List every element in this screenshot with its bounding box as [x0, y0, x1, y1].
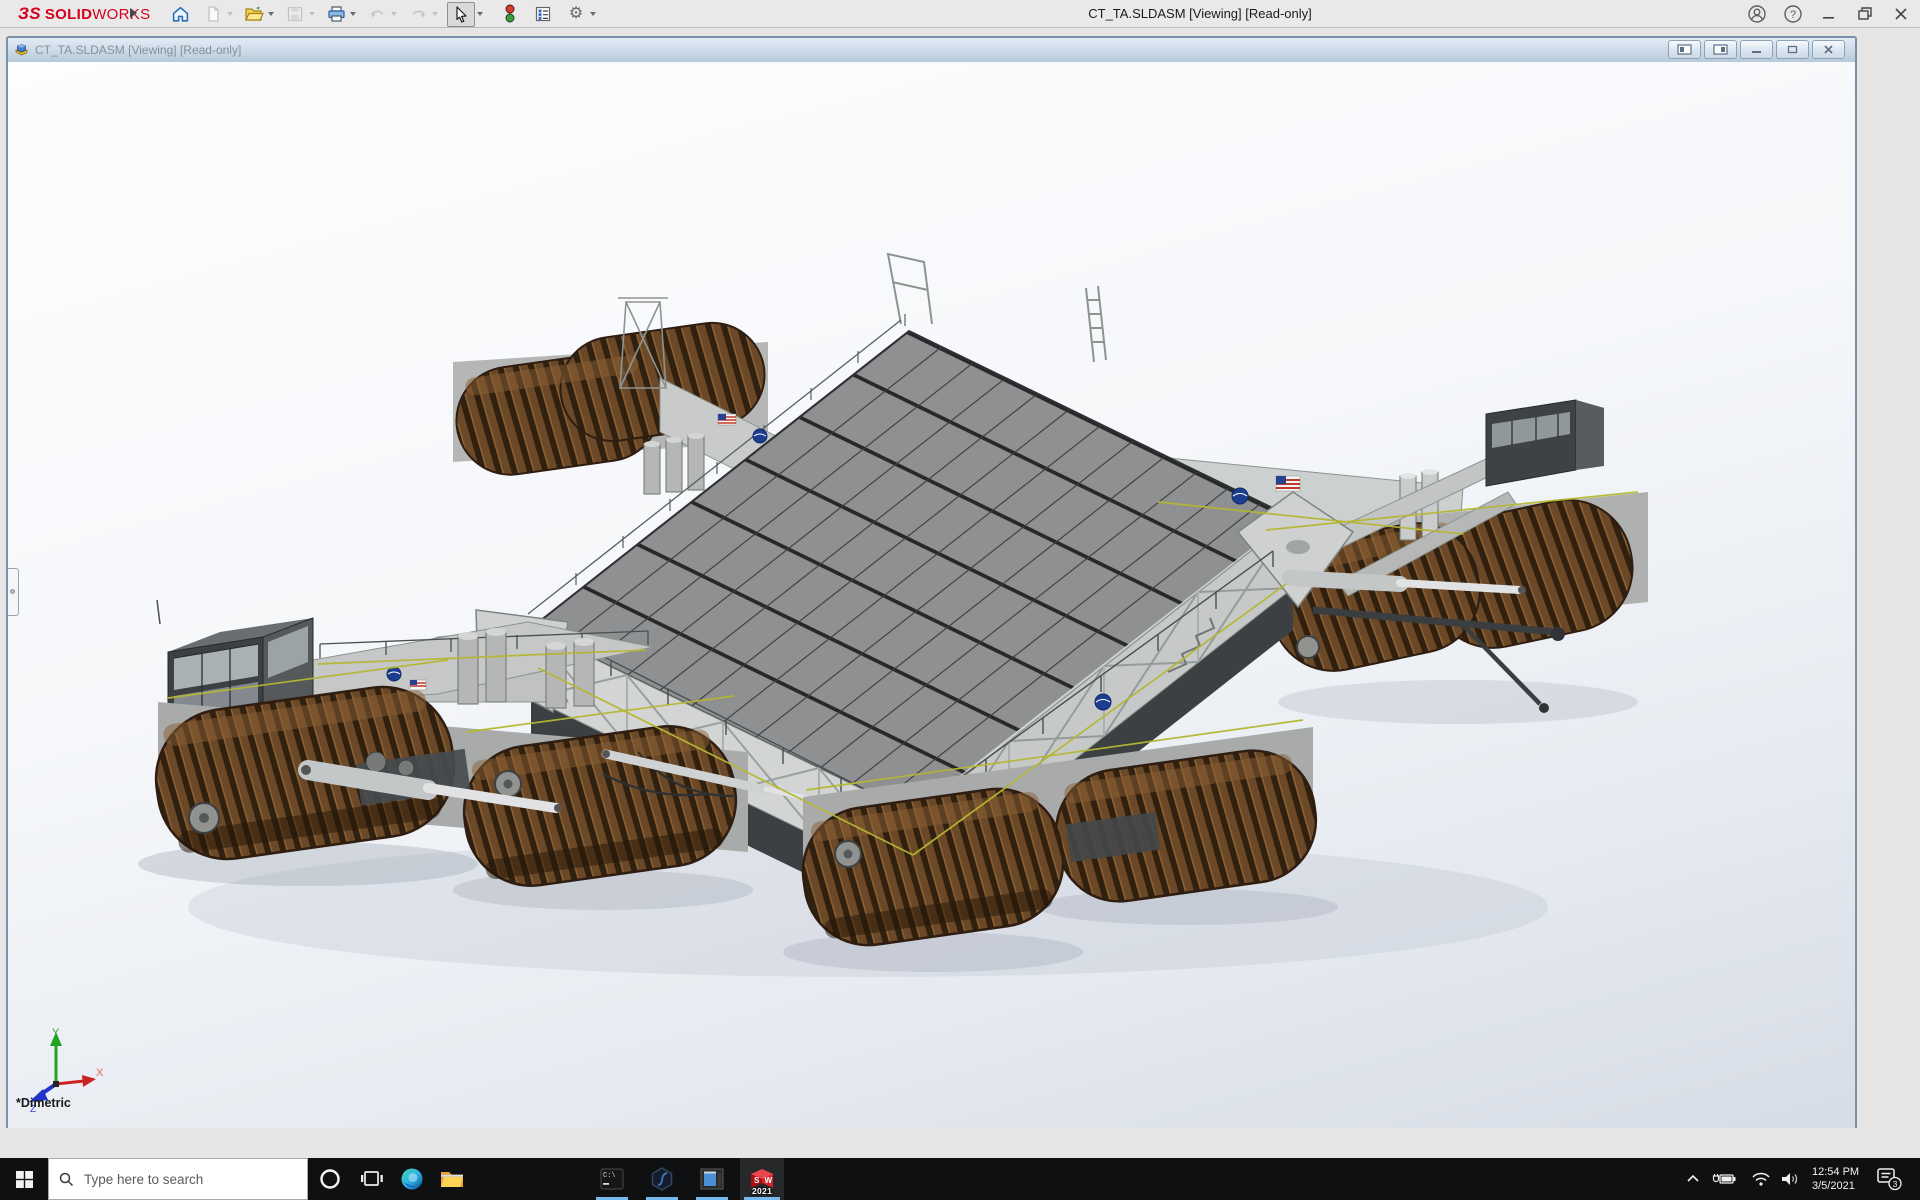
- save-dropdown-icon[interactable]: [309, 12, 315, 16]
- rear-cab: [1486, 400, 1604, 486]
- undo-dropdown-icon[interactable]: [391, 12, 397, 16]
- tray-chevron-icon[interactable]: [1678, 1158, 1708, 1200]
- document-window: CT_TA.SLDASM [Viewing] [Read-only]: [6, 36, 1857, 1128]
- edge-icon[interactable]: [392, 1158, 432, 1200]
- doc-restore-icon[interactable]: [1776, 40, 1809, 59]
- brand-expand-chevron-icon[interactable]: [130, 8, 137, 18]
- solidworks-year-badge: 2021: [752, 1186, 772, 1196]
- app-titlebar: ЗSSOLIDWORKS ⚙: [0, 0, 1920, 28]
- search-input[interactable]: [84, 1172, 284, 1187]
- print-icon[interactable]: [324, 2, 348, 26]
- home-icon[interactable]: [168, 2, 192, 26]
- hexagon-app-icon[interactable]: [642, 1158, 682, 1200]
- action-center-icon[interactable]: 3: [1868, 1158, 1912, 1200]
- redo-icon[interactable]: [406, 2, 430, 26]
- triad-x-label: X: [96, 1067, 104, 1079]
- open-icon[interactable]: [242, 2, 266, 26]
- restore-icon[interactable]: [1854, 3, 1876, 25]
- doc-close-icon[interactable]: [1812, 40, 1845, 59]
- solidworks-taskbar-icon[interactable]: SW 2021: [740, 1158, 784, 1200]
- exhaust-stacks: [644, 433, 704, 494]
- search-icon: [59, 1172, 74, 1187]
- close-icon[interactable]: [1890, 3, 1912, 25]
- us-flag-decal: [410, 680, 426, 690]
- save-icon[interactable]: [283, 2, 307, 26]
- new-document-icon[interactable]: [201, 2, 225, 26]
- redo-dropdown-icon[interactable]: [432, 12, 438, 16]
- app-window-title: CT_TA.SLDASM [Viewing] [Read-only]: [1088, 0, 1312, 28]
- svg-text:?: ?: [1790, 9, 1796, 21]
- logo-3s-glyph: ЗS: [18, 4, 41, 24]
- undo-icon[interactable]: [365, 2, 389, 26]
- notification-count: 3: [1893, 1179, 1898, 1189]
- main-toolbar: ⚙: [168, 0, 605, 28]
- settings-gear-icon[interactable]: ⚙: [564, 2, 588, 26]
- assembly-file-icon: [14, 43, 29, 58]
- app-titlebar-right: ?: [1746, 0, 1912, 28]
- print-dropdown-icon[interactable]: [350, 12, 356, 16]
- cmd-label: C:\: [603, 1172, 616, 1180]
- us-flag-decal: [718, 414, 736, 425]
- new-dropdown-icon[interactable]: [227, 12, 233, 16]
- feature-tree-splitter-handle[interactable]: [8, 568, 19, 616]
- cortana-icon[interactable]: [308, 1158, 352, 1200]
- taskbar-search[interactable]: [48, 1158, 308, 1200]
- view-orientation-label: *Dimetric: [16, 1096, 71, 1110]
- document-title: CT_TA.SLDASM [Viewing] [Read-only]: [35, 43, 241, 57]
- select-tool-button[interactable]: [447, 2, 475, 27]
- file-explorer-icon[interactable]: [432, 1158, 472, 1200]
- volume-icon[interactable]: [1774, 1158, 1806, 1200]
- blue-window-app-icon[interactable]: [692, 1158, 732, 1200]
- battery-icon[interactable]: [1706, 1158, 1742, 1200]
- wifi-icon[interactable]: [1744, 1158, 1778, 1200]
- minimize-icon[interactable]: [1818, 3, 1840, 25]
- open-dropdown-icon[interactable]: [268, 12, 274, 16]
- crawler-transporter-model[interactable]: [8, 62, 1855, 1128]
- splitter-dot: [10, 589, 15, 594]
- help-icon[interactable]: ?: [1782, 3, 1804, 25]
- svg-text:S: S: [754, 1176, 760, 1185]
- document-titlebar[interactable]: CT_TA.SLDASM [Viewing] [Read-only]: [8, 38, 1855, 62]
- document-window-controls: [1668, 40, 1845, 59]
- pane-right-icon[interactable]: [1704, 40, 1737, 59]
- tray-clock[interactable]: 12:54 PM 3/5/2021: [1806, 1158, 1864, 1200]
- start-button[interactable]: [0, 1158, 48, 1200]
- windows-taskbar: C:\ SW 2021 12:54 PM 3/5/2021 3: [0, 1158, 1920, 1200]
- tray-time: 12:54 PM: [1812, 1165, 1864, 1179]
- pane-left-icon[interactable]: [1668, 40, 1701, 59]
- doc-minimize-icon[interactable]: [1740, 40, 1773, 59]
- select-dropdown-icon[interactable]: [477, 12, 483, 16]
- graphics-viewport[interactable]: Y X Z *Dimetric: [8, 62, 1855, 1128]
- properties-form-icon[interactable]: [531, 2, 555, 26]
- settings-dropdown-icon[interactable]: [590, 12, 596, 16]
- account-icon[interactable]: [1746, 3, 1768, 25]
- command-prompt-icon[interactable]: C:\: [592, 1158, 632, 1200]
- us-flag-decal: [1276, 476, 1300, 491]
- rebuild-traffic-light-icon[interactable]: [498, 2, 522, 26]
- tray-date: 3/5/2021: [1812, 1179, 1864, 1193]
- svg-text:W: W: [765, 1176, 773, 1185]
- triad-y-label: Y: [52, 1027, 60, 1039]
- task-view-icon[interactable]: [352, 1158, 392, 1200]
